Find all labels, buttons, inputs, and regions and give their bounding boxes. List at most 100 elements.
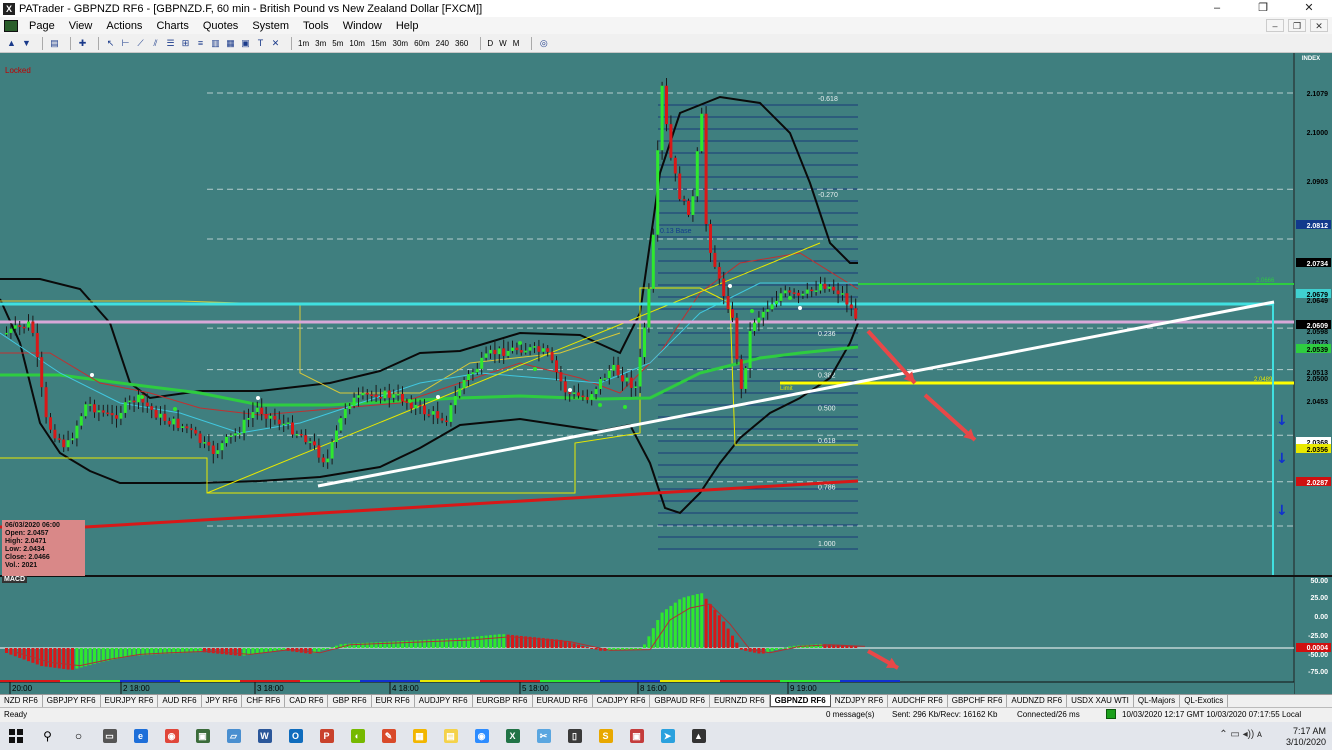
menu-view[interactable]: View xyxy=(62,20,100,32)
timeframe-3m[interactable]: 3m xyxy=(315,39,326,48)
notes-taskbar-icon[interactable]: ▤ xyxy=(435,722,466,750)
period-weekly[interactable]: W xyxy=(499,39,507,48)
clock[interactable]: 7:17 AM 3/10/2020 xyxy=(1286,726,1326,748)
menu-window[interactable]: Window xyxy=(336,20,389,32)
files-taskbar-icon[interactable]: ▱ xyxy=(218,722,249,750)
slides-taskbar-icon[interactable]: S xyxy=(590,722,621,750)
symbol-tab-eurjpy-rf6[interactable]: EURJPY RF6 xyxy=(101,695,159,707)
system-tray-icons[interactable]: ⌃ ▭ ◂)) ᴀ xyxy=(1219,729,1262,740)
mdi-restore-button[interactable]: ❐ xyxy=(1288,19,1306,32)
symbol-tab-chf-rf6[interactable]: CHF RF6 xyxy=(242,695,286,707)
menu-charts[interactable]: Charts xyxy=(149,20,195,32)
cortana-icon[interactable]: ○ xyxy=(63,722,94,750)
windows-start-icon[interactable] xyxy=(0,722,32,750)
snip-taskbar-icon[interactable]: ✂ xyxy=(528,722,559,750)
settings-icon[interactable]: ◎ xyxy=(538,36,549,50)
buy-icon[interactable]: ▲ xyxy=(6,36,17,50)
timeframe-240[interactable]: 240 xyxy=(436,39,449,48)
timeframe-60m[interactable]: 60m xyxy=(414,39,430,48)
symbol-tab-aud-rf6[interactable]: AUD RF6 xyxy=(158,695,202,707)
patrader-taskbar-icon[interactable]: ▣ xyxy=(187,722,218,750)
menu-tools[interactable]: Tools xyxy=(296,20,336,32)
period-monthly[interactable]: M xyxy=(513,39,520,48)
timeframe-1m[interactable]: 1m xyxy=(298,39,309,48)
chart-icon[interactable]: ▤ xyxy=(49,36,60,50)
cycle-icon[interactable]: ▥ xyxy=(210,36,221,50)
menu-page[interactable]: Page xyxy=(22,20,62,32)
symbol-tab-ql-majors[interactable]: QL-Majors xyxy=(1134,695,1181,707)
candle-bull xyxy=(647,288,651,328)
symbol-tab-audchf-rf6[interactable]: AUDCHF RF6 xyxy=(888,695,948,707)
photos-taskbar-icon[interactable]: ▲ xyxy=(683,722,714,750)
symbol-tab-gbp-rf6[interactable]: GBP RF6 xyxy=(328,695,372,707)
marker-icon[interactable]: ▣ xyxy=(240,36,251,50)
timeframe-10m[interactable]: 10m xyxy=(349,39,365,48)
symbol-tab-nzd-rf6[interactable]: NZD RF6 xyxy=(0,695,43,707)
pointer-icon[interactable]: ↖ xyxy=(105,36,116,50)
word-taskbar-icon[interactable]: W xyxy=(249,722,280,750)
task-view-taskbar-icon[interactable]: ▭ xyxy=(94,722,125,750)
timeframe-30m[interactable]: 30m xyxy=(393,39,409,48)
zoom-taskbar-icon[interactable]: ◉ xyxy=(466,722,497,750)
chrome-taskbar-icon[interactable]: ◉ xyxy=(156,722,187,750)
menu-actions[interactable]: Actions xyxy=(99,20,149,32)
delete-icon[interactable]: ✕ xyxy=(270,36,281,50)
nvidia-taskbar-icon[interactable]: ◐ xyxy=(342,722,373,750)
bars-icon[interactable]: ▦ xyxy=(225,36,236,50)
fib-extension-icon[interactable]: ≡ xyxy=(195,36,206,50)
timeframe-360[interactable]: 360 xyxy=(455,39,468,48)
menu-system[interactable]: System xyxy=(245,20,296,32)
period-daily[interactable]: D xyxy=(487,39,493,48)
symbol-tab-audjpy-rf6[interactable]: AUDJPY RF6 xyxy=(415,695,473,707)
channel-icon[interactable]: ⫽ xyxy=(150,36,161,50)
pen-taskbar-icon[interactable]: ✎ xyxy=(373,722,404,750)
symbol-tab-nzdjpy-rf6[interactable]: NZDJPY RF6 xyxy=(831,695,889,707)
macd-bar xyxy=(484,635,488,648)
candle-bear xyxy=(739,359,743,389)
symbol-tab-jpy-rf6[interactable]: JPY RF6 xyxy=(202,695,243,707)
mdi-close-button[interactable]: ✕ xyxy=(1310,19,1328,32)
symbol-tab-gbpchf-rf6[interactable]: GBPCHF RF6 xyxy=(948,695,1008,707)
gann-icon[interactable]: ⊞ xyxy=(180,36,191,50)
maximize-button[interactable]: ❐ xyxy=(1240,0,1286,17)
symbol-tab-gbpjpy-rf6[interactable]: GBPJPY RF6 xyxy=(43,695,101,707)
symbol-tab-cad-rf6[interactable]: CAD RF6 xyxy=(285,695,329,707)
macd-bar xyxy=(735,642,739,648)
symbol-tab-eur-rf6[interactable]: EUR RF6 xyxy=(372,695,415,707)
trendline-icon[interactable]: ⟋ xyxy=(135,36,146,50)
sell-icon[interactable]: ▼ xyxy=(21,36,32,50)
symbol-tab-gbpaud-rf6[interactable]: GBPAUD RF6 xyxy=(650,695,710,707)
symbol-tab-audnzd-rf6[interactable]: AUDNZD RF6 xyxy=(1007,695,1068,707)
symbol-tab-eurgbp-rf6[interactable]: EURGBP RF6 xyxy=(473,695,533,707)
symbol-tab-eurnzd-rf6[interactable]: EURNZD RF6 xyxy=(710,695,770,707)
mdi-minimize-button[interactable]: – xyxy=(1266,19,1284,32)
notepad-taskbar-icon[interactable]: ▯ xyxy=(559,722,590,750)
symbol-tab-usdx-xau-wti[interactable]: USDX XAU WTI xyxy=(1067,695,1134,707)
timeframe-5m[interactable]: 5m xyxy=(332,39,343,48)
macd-bar xyxy=(458,638,462,648)
symbol-tab-euraud-rf6[interactable]: EURAUD RF6 xyxy=(533,695,593,707)
crosshair-icon[interactable]: ✚ xyxy=(77,36,88,50)
telegram-taskbar-icon[interactable]: ➤ xyxy=(652,722,683,750)
symbol-tab-cadjpy-rf6[interactable]: CADJPY RF6 xyxy=(593,695,651,707)
symbol-tab-ql-exotics[interactable]: QL-Exotics xyxy=(1180,695,1229,707)
calc-taskbar-icon[interactable]: ▣ xyxy=(621,722,652,750)
fib-icon[interactable]: ☰ xyxy=(165,36,176,50)
price-chart[interactable]: INDEX-0.618-0.2700.2360.3820.5000.6180.7… xyxy=(0,53,1332,694)
text-icon[interactable]: T xyxy=(255,36,266,50)
timeframe-15m[interactable]: 15m xyxy=(371,39,387,48)
horizontal-line-icon[interactable]: ⊢ xyxy=(120,36,131,50)
powerpoint-taskbar-icon[interactable]: P xyxy=(311,722,342,750)
symbol-tab-gbpnzd-rf6[interactable]: GBPNZD RF6 xyxy=(769,695,831,707)
menu-help[interactable]: Help xyxy=(389,20,426,32)
search-icon[interactable]: ⚲ xyxy=(32,722,63,750)
chart-area[interactable]: INDEX -0.618 -0.270 0.236 0.382 0.500 0.618 0.7… xyxy=(0,53,1332,694)
menu-quotes[interactable]: Quotes xyxy=(196,20,245,32)
close-button[interactable]: ✕ xyxy=(1286,0,1332,17)
minimize-button[interactable]: – xyxy=(1194,0,1240,17)
outlook-taskbar-icon[interactable]: O xyxy=(280,722,311,750)
chart-window-icon[interactable] xyxy=(4,19,18,32)
edge-taskbar-icon[interactable]: e xyxy=(125,722,156,750)
excel-taskbar-icon[interactable]: X xyxy=(497,722,528,750)
explorer-taskbar-icon[interactable]: ▦ xyxy=(404,722,435,750)
